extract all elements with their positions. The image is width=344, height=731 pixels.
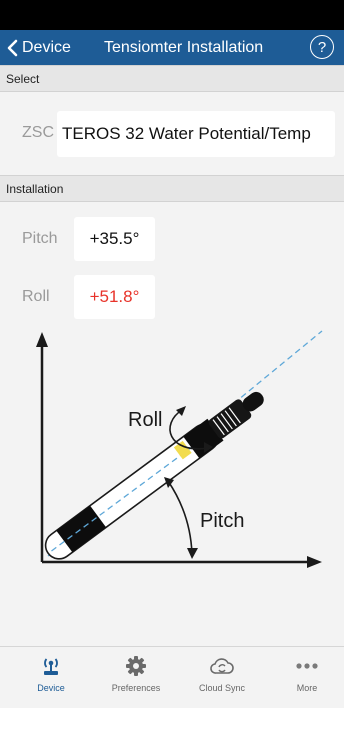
device-antenna-icon xyxy=(44,658,58,675)
chevron-left-icon xyxy=(7,39,18,56)
horizontal-axis-arrowhead xyxy=(307,556,322,568)
roll-label: Roll xyxy=(22,288,50,305)
navigation-bar: Device Tensiomter Installation ? xyxy=(0,30,344,65)
pitch-angle-arc xyxy=(167,480,193,555)
page-title: Tensiomter Installation xyxy=(104,39,264,56)
sensor-select-field[interactable]: TEROS 32 Water Potential/Temp xyxy=(57,111,335,157)
more-dots-icon xyxy=(296,663,318,669)
gear-icon xyxy=(126,656,146,676)
tab-device[interactable]: Device xyxy=(8,647,94,707)
roll-diagram-label: Roll xyxy=(128,409,162,431)
tab-more-label: More xyxy=(296,683,318,693)
pitch-diagram-label: Pitch xyxy=(200,510,244,532)
vertical-axis-arrowhead xyxy=(36,332,48,347)
status-bar xyxy=(0,0,344,30)
sensor-select-row: ZSC TEROS 32 Water Potential/Temp xyxy=(0,110,344,173)
pitch-arrowhead-bottom xyxy=(187,548,198,559)
select-section-header: Select xyxy=(0,65,344,92)
back-button[interactable]: Device xyxy=(6,30,71,65)
cloud-sync-icon xyxy=(210,658,234,674)
bottom-safe-area xyxy=(0,708,344,731)
tab-more[interactable]: More xyxy=(264,647,344,707)
pitch-label: Pitch xyxy=(22,230,58,247)
tab-preferences-label: Preferences xyxy=(111,683,161,693)
tensiometer-diagram: Roll Pitch xyxy=(36,330,323,568)
tab-cloud-sync-label: Cloud Sync xyxy=(198,683,246,693)
installation-section-header: Installation xyxy=(0,175,344,202)
tab-device-label: Device xyxy=(37,683,65,693)
tab-preferences[interactable]: Preferences xyxy=(93,647,179,707)
zsc-label: ZSC xyxy=(22,124,54,141)
tab-cloud-sync[interactable]: Cloud Sync xyxy=(179,647,265,707)
pitch-value: +35.5° xyxy=(74,217,155,261)
help-button[interactable]: ? xyxy=(310,35,334,59)
roll-value: +51.8° xyxy=(74,275,155,319)
tab-bar: Device Preferences Cloud Sync More xyxy=(0,646,344,708)
back-button-label: Device xyxy=(22,38,71,56)
